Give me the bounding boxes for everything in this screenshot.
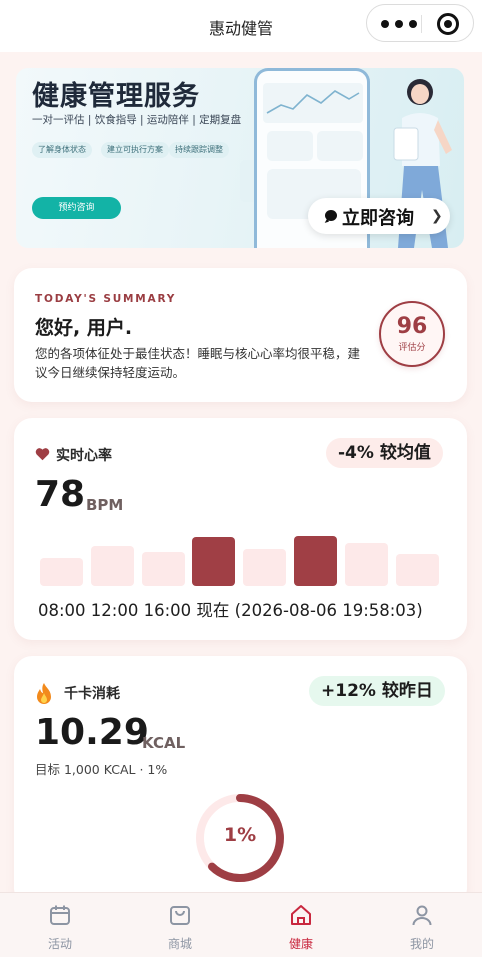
heart-rate-title: 实时心率 xyxy=(56,448,112,464)
heart-rate-bar xyxy=(192,537,236,586)
banner-title: 健康管理服务 xyxy=(32,81,200,112)
greeting-title: 您好, 用户. xyxy=(35,317,133,339)
target-circle-icon[interactable] xyxy=(437,13,459,35)
heart-icon xyxy=(35,448,50,461)
user-icon xyxy=(412,905,432,926)
fire-icon xyxy=(37,683,51,704)
top-navbar: 惠动健管 xyxy=(0,0,482,52)
score-value: 96 xyxy=(396,314,428,339)
time-axis-label: 08:00 12:00 16:00 现在 (2026-08-06 19:58:0… xyxy=(38,601,423,620)
heart-rate-unit: BPM xyxy=(86,496,124,514)
heart-rate-bar-chart xyxy=(40,536,440,586)
tab-label: 健康 xyxy=(288,937,313,951)
tab-label: 商城 xyxy=(167,937,192,951)
heart-rate-bar xyxy=(294,536,337,586)
score-badge[interactable]: 96 评估分 xyxy=(379,301,445,367)
heart-rate-bar xyxy=(395,554,439,586)
capsule-divider xyxy=(421,15,422,33)
score-label: 评估分 xyxy=(398,343,426,353)
heart-rate-card[interactable]: 实时心率 -4% 较均值 78 BPM 08:00 12:00 16:00 现在… xyxy=(14,418,467,640)
heart-rate-comparison-badge: -4% 较均值 xyxy=(326,438,443,468)
chevron-right-icon: ❯ xyxy=(431,208,443,224)
chart-illustration xyxy=(263,83,363,123)
banner-chip: 了解身体状态 xyxy=(32,142,92,158)
banner-chip: 持续跟踪调整 xyxy=(169,142,229,158)
calendar-icon xyxy=(50,905,70,925)
tab-activity[interactable]: 活动 xyxy=(0,893,120,957)
banner-subtitle: 一对一评估 | 饮食指导 | 运动陪伴 | 定期复盘 xyxy=(32,114,242,126)
tab-label: 活动 xyxy=(47,937,72,951)
summary-description: 您的各项体征处于最佳状态！睡眠与核心心率均很平稳，建议今日继续保持轻度运动。 xyxy=(35,346,361,380)
calories-unit: KCAL xyxy=(142,734,186,752)
summary-card: TODAY'S SUMMARY 您好, 用户. 您的各项体征处于最佳状态！睡眠与… xyxy=(14,268,467,402)
heart-rate-value: 78 xyxy=(35,474,86,515)
heart-rate-bar xyxy=(344,543,388,586)
shopping-bag-icon xyxy=(170,906,190,925)
more-dots-icon[interactable] xyxy=(381,17,421,29)
calories-value: 10.29 xyxy=(35,712,149,753)
calories-comparison-badge: +12% 较昨日 xyxy=(309,676,445,706)
chat-bubble-icon xyxy=(325,210,337,221)
tab-label: 我的 xyxy=(409,937,434,951)
summary-label: TODAY'S SUMMARY xyxy=(35,293,177,305)
phone-tile xyxy=(317,131,363,161)
calories-title: 千卡消耗 xyxy=(64,686,120,702)
tab-mall[interactable]: 商城 xyxy=(120,893,240,957)
consult-now-label: 立即咨询 xyxy=(342,208,414,229)
tab-profile[interactable]: 我的 xyxy=(362,893,482,957)
mini-program-capsule xyxy=(366,4,474,42)
calories-card[interactable]: 千卡消耗 +12% 较昨日 10.29 KCAL 目标 1,000 KCAL ·… xyxy=(14,656,467,906)
calories-target: 目标 1,000 KCAL · 1% xyxy=(35,762,168,777)
calories-progress-value: 1% xyxy=(223,824,257,846)
consult-now-button[interactable]: 立即咨询 ❯ xyxy=(308,198,450,234)
heart-rate-bar xyxy=(40,558,83,586)
promo-banner[interactable]: 健康管理服务 一对一评估 | 饮食指导 | 运动陪伴 | 定期复盘 了解身体状态… xyxy=(16,68,464,248)
book-consult-button[interactable]: 预约咨询 xyxy=(32,197,121,219)
banner-chip: 建立可执行方案 xyxy=(101,142,169,158)
heart-rate-bar xyxy=(90,546,134,586)
bottom-tab-bar: 活动 商城 健康 我的 xyxy=(0,892,482,957)
heart-rate-bar xyxy=(243,549,287,586)
heart-rate-bar xyxy=(141,552,185,586)
phone-tile xyxy=(267,131,313,161)
home-icon xyxy=(291,905,311,925)
tab-health[interactable]: 健康 xyxy=(241,893,361,957)
